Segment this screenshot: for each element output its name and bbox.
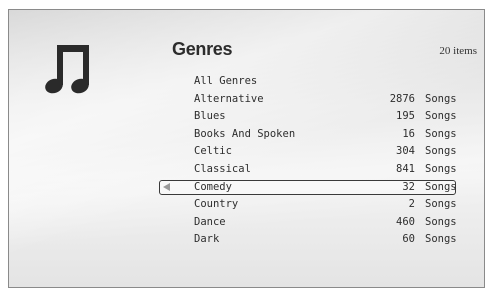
song-unit: Songs [425,198,457,211]
list-item-celtic[interactable]: Celtic 304 Songs [159,143,457,161]
genre-name: Dance [194,215,226,228]
list-item-dark[interactable]: Dark 60 Songs [159,231,457,249]
song-count: 60 [402,233,415,246]
item-count: 20 items [439,45,477,57]
left-arrow-icon[interactable] [163,182,170,191]
list-item-blues[interactable]: Blues 195 Songs [159,108,457,126]
song-count: 2 [408,198,415,211]
media-browser-screen: Genres 20 items All Genres Alternative 2… [8,9,485,288]
list-item-classical[interactable]: Classical 841 Songs [159,161,457,179]
song-unit: Songs [425,110,457,123]
genre-name: Books And Spoken [194,127,296,140]
song-unit: Songs [425,180,457,193]
song-unit: Songs [425,145,457,158]
song-unit: Songs [425,233,457,246]
song-count: 460 [396,215,415,228]
genre-name: Dark [194,233,220,246]
list-item-country[interactable]: Country 2 Songs [159,196,457,214]
song-count: 304 [396,145,415,158]
song-count: 16 [402,127,415,140]
song-unit: Songs [425,162,457,175]
list-item-comedy-selected[interactable]: Comedy 32 Songs [159,179,457,197]
music-note-icon [45,45,89,94]
song-count: 32 [402,180,415,193]
genre-name: Alternative [194,92,264,105]
song-count: 841 [396,162,415,175]
list-item-dance[interactable]: Dance 460 Songs [159,214,457,232]
page-title: Genres [172,39,233,59]
genre-name: Comedy [194,180,232,193]
list-item-alternative[interactable]: Alternative 2876 Songs [159,91,457,109]
list-item-all-genres[interactable]: All Genres [159,73,456,91]
song-unit: Songs [425,127,457,140]
song-unit: Songs [425,92,457,105]
list-item-books-and-spoken[interactable]: Books And Spoken 16 Songs [159,126,457,144]
song-unit: Songs [425,215,457,228]
genre-name: Country [194,198,239,211]
song-count: 2876 [389,92,415,105]
genre-name: All Genres [194,75,258,87]
genre-name: Blues [194,110,226,123]
genre-name: Classical [194,162,251,175]
genre-name: Celtic [194,145,232,158]
genre-list: All Genres Alternative 2876 Songs Blues … [159,73,457,249]
song-count: 195 [396,110,415,123]
